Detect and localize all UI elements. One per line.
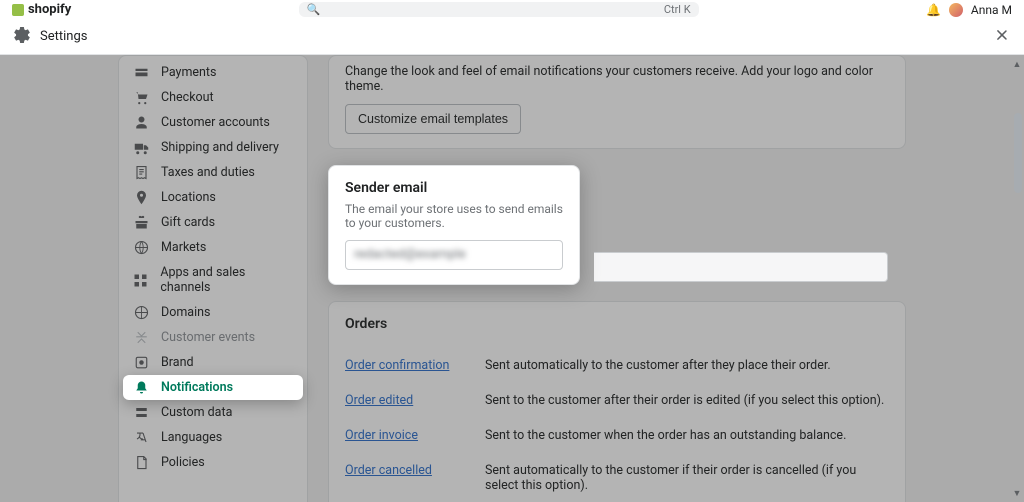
search-box[interactable]: 🔍 Ctrl K [299,2,699,17]
sidebar-item-payments[interactable]: Payments [119,60,307,85]
receipt-icon [133,165,149,180]
sidebar-item-label: Notifications [161,380,233,395]
sidebar-item-apps[interactable]: Apps and sales channels [119,260,307,300]
shopify-bag-icon [12,4,24,16]
sender-email-input-extension [594,252,888,282]
sender-email-title: Sender email [345,180,563,196]
language-icon [133,430,149,445]
order-row: Order cancelled Sent automatically to th… [345,453,889,502]
order-row: Order edited Sent to the customer after … [345,383,889,418]
bell-icon [133,380,149,395]
sidebar-item-label: Checkout [161,90,214,105]
pixel-icon [133,330,149,345]
sidebar-item-label: Custom data [161,405,232,420]
gear-icon [14,27,30,47]
orders-card: Orders Order confirmation Sent automatic… [328,301,906,502]
sender-email-subtext: The email your store uses to send emails… [345,202,563,230]
order-row: Order confirmation Sent automatically to… [345,348,889,383]
customize-email-templates-button[interactable]: Customize email templates [345,104,521,134]
sidebar-item-label: Locations [161,190,216,205]
truck-icon [133,140,149,155]
scroll-up-arrow[interactable]: ▲ [1012,59,1022,69]
order-row-desc: Sent automatically to the customer after… [485,358,831,373]
sidebar-item-customer-events[interactable]: Customer events [119,325,307,350]
settings-sidebar: Payments Checkout Customer accounts Ship… [118,55,308,502]
order-invoice-link[interactable]: Order invoice [345,428,418,443]
sidebar-item-custom-data[interactable]: Custom data [119,400,307,425]
sidebar-item-label: Domains [161,305,211,320]
sidebar-item-taxes[interactable]: Taxes and duties [119,160,307,185]
sidebar-item-label: Markets [161,240,206,255]
gift-icon [133,215,149,230]
brand-icon [133,355,149,370]
sidebar-item-brand[interactable]: Brand [119,350,307,375]
domain-icon [133,305,149,320]
workspace: Payments Checkout Customer accounts Ship… [0,55,1024,502]
sidebar-item-label: Gift cards [161,215,215,230]
apps-icon [133,273,148,288]
search-icon: 🔍 [307,3,321,16]
scroll-down-arrow[interactable]: ▼ [1012,488,1022,498]
topbar-right: 🔔 Anna M [926,3,1012,17]
order-row-desc: Sent to the customer after their order i… [485,393,884,408]
email-templates-card: Change the look and feel of email notifi… [328,55,906,149]
sidebar-item-gift-cards[interactable]: Gift cards [119,210,307,235]
sidebar-item-label: Apps and sales channels [160,265,293,295]
sidebar-item-label: Languages [161,430,222,445]
sidebar-item-notifications[interactable]: Notifications [123,375,303,400]
sidebar-item-label: Taxes and duties [161,165,255,180]
sidebar-item-domains[interactable]: Domains [119,300,307,325]
order-row-desc: Sent automatically to the customer if th… [485,463,889,493]
sender-email-value: redacted@example [354,247,466,262]
order-confirmation-link[interactable]: Order confirmation [345,358,449,373]
sidebar-item-checkout[interactable]: Checkout [119,85,307,110]
card-icon [133,65,149,80]
sidebar-item-locations[interactable]: Locations [119,185,307,210]
settings-header: Settings [0,19,1024,55]
sender-email-input[interactable]: redacted@example [345,240,563,270]
globe-icon [133,240,149,255]
page-title: Settings [40,29,87,44]
order-row-desc: Sent to the customer when the order has … [485,428,846,443]
policy-icon [133,455,149,470]
email-templates-intro: Change the look and feel of email notifi… [345,64,889,94]
sidebar-item-markets[interactable]: Markets [119,235,307,260]
order-row: Order invoice Sent to the customer when … [345,418,889,453]
sender-email-card: Sender email The email your store uses t… [328,165,580,285]
sidebar-item-label: Brand [161,355,194,370]
sidebar-item-label: Customer accounts [161,115,270,130]
sidebar-item-label: Shipping and delivery [161,140,279,155]
sidebar-item-languages[interactable]: Languages [119,425,307,450]
brand-logo: shopify [12,2,71,17]
sidebar-item-customer-accounts[interactable]: Customer accounts [119,110,307,135]
bell-icon[interactable]: 🔔 [926,3,941,17]
metafields-icon [133,405,149,420]
sidebar-item-label: Payments [161,65,216,80]
order-cancelled-link[interactable]: Order cancelled [345,463,432,478]
orders-title: Orders [345,316,889,332]
cart-icon [133,90,149,105]
close-button[interactable] [994,27,1010,47]
sidebar-item-label: Customer events [161,330,255,345]
person-icon [133,115,149,130]
pin-icon [133,190,149,205]
scrollbar-thumb[interactable] [1014,113,1022,193]
sidebar-item-shipping[interactable]: Shipping and delivery [119,135,307,160]
sidebar-item-label: Policies [161,455,205,470]
order-edited-link[interactable]: Order edited [345,393,413,408]
sidebar-item-policies[interactable]: Policies [119,450,307,475]
app-topbar: shopify 🔍 Ctrl K 🔔 Anna M [0,0,1024,19]
search-kbd: Ctrl K [664,3,691,16]
avatar[interactable] [949,3,963,17]
user-name: Anna M [971,3,1012,17]
brand-text: shopify [28,2,71,17]
